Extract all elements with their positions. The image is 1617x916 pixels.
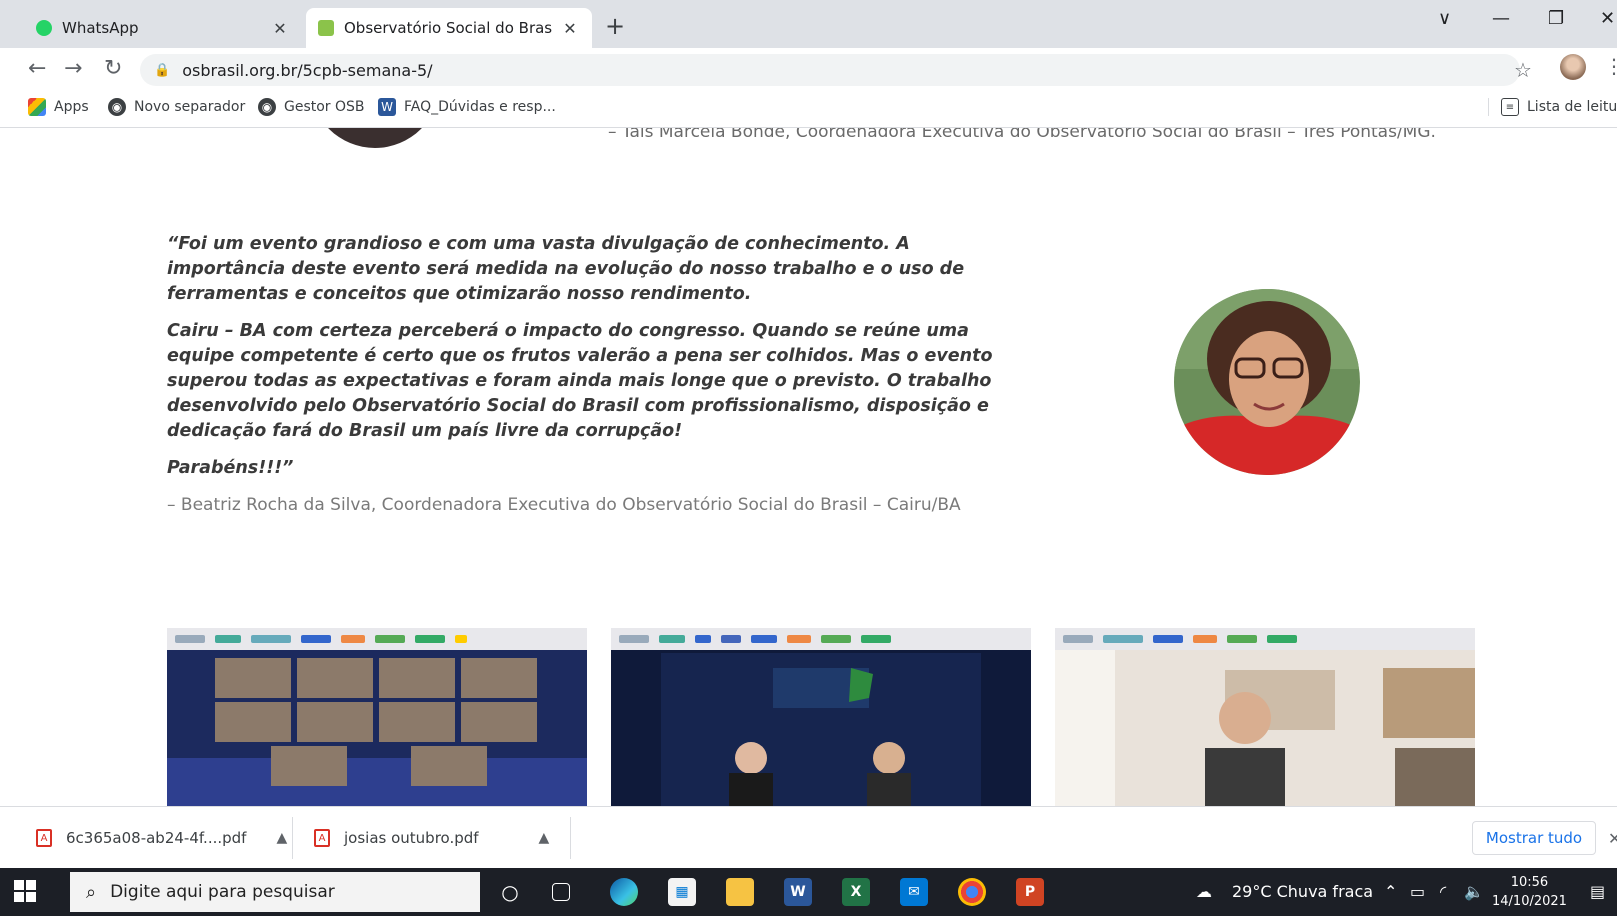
tab-search-icon[interactable]: ∨	[1438, 8, 1451, 29]
bookmark-label: FAQ_Dúvidas e resp...	[404, 99, 556, 115]
bookmark-apps[interactable]: Apps	[28, 98, 89, 116]
tab-title: Observatório Social do Brasil » U	[344, 19, 552, 37]
clock[interactable]: 10:56 14/10/2021	[1492, 873, 1567, 911]
pdf-icon: A	[36, 829, 52, 847]
page-content: – Taís Marcela Bonde, Coordenadora Execu…	[0, 128, 1617, 806]
store-icon[interactable]: ▦	[668, 878, 696, 906]
back-arrow-icon[interactable]: ←	[28, 56, 46, 81]
chrome-icon[interactable]	[958, 878, 986, 906]
powerpoint-icon[interactable]: P	[1016, 878, 1044, 906]
word-doc-icon: W	[378, 98, 396, 116]
tab-whatsapp[interactable]: WhatsApp ✕	[24, 8, 302, 48]
reading-list[interactable]: ≡ Lista de leitura	[1488, 98, 1617, 116]
testimonial-paragraph: Cairu – BA com certeza perceberá o impac…	[167, 321, 993, 441]
forward-arrow-icon[interactable]: →	[64, 56, 82, 81]
new-tab-button[interactable]: +	[605, 12, 625, 40]
address-bar[interactable]: 🔒 osbrasil.org.br/5cpb-semana-5/	[140, 54, 1520, 86]
search-placeholder: Digite aqui para pesquisar	[110, 882, 335, 902]
chevron-up-icon[interactable]: ▲	[276, 830, 287, 846]
excel-icon[interactable]: X	[842, 878, 870, 906]
wifi-icon[interactable]: ◜	[1440, 882, 1446, 901]
previous-testimonial-author: – Taís Marcela Bonde, Coordenadora Execu…	[608, 128, 1436, 142]
event-photos	[167, 628, 1477, 806]
show-all-downloads-button[interactable]: Mostrar tudo	[1472, 821, 1596, 855]
weather-icon[interactable]: ☁	[1196, 882, 1212, 901]
bookmark-star-icon[interactable]: ☆	[1514, 58, 1532, 82]
bookmark-label: Gestor OSB	[284, 99, 365, 115]
url-text: osbrasil.org.br/5cpb-semana-5/	[182, 60, 433, 80]
divider	[570, 817, 571, 859]
word-icon[interactable]: W	[784, 878, 812, 906]
testimonial-paragraph: “Foi um evento grandioso e com uma vasta…	[167, 234, 965, 304]
lock-icon: 🔒	[154, 62, 171, 78]
windows-start-icon[interactable]	[14, 880, 36, 902]
whatsapp-icon	[36, 20, 52, 36]
tab-strip: WhatsApp ✕ Observatório Social do Brasil…	[0, 0, 1617, 48]
download-filename: josias outubro.pdf	[344, 829, 479, 847]
osb-favicon-icon	[318, 20, 334, 36]
cortana-icon[interactable]: ○	[496, 878, 524, 906]
task-view-icon[interactable]	[552, 883, 570, 901]
bookmark-gestor-osb[interactable]: ◉ Gestor OSB	[258, 98, 365, 116]
file-explorer-icon[interactable]	[726, 878, 754, 906]
mail-icon[interactable]: ✉	[900, 878, 928, 906]
sponsor-strip	[167, 628, 587, 650]
close-window-button[interactable]: ✕	[1600, 8, 1615, 29]
restore-button[interactable]: ❐	[1548, 8, 1564, 29]
event-photo[interactable]	[1055, 628, 1475, 806]
profile-avatar[interactable]	[1560, 54, 1586, 80]
close-tab-icon[interactable]: ✕	[270, 19, 290, 38]
taskbar-search[interactable]: ⌕ Digite aqui para pesquisar	[70, 872, 480, 912]
windows-taskbar: ⌕ Digite aqui para pesquisar ○ ▦ W X ✉ P…	[0, 868, 1617, 916]
browser-toolbar: ← → ↻ 🔒 osbrasil.org.br/5cpb-semana-5/ ☆	[0, 48, 1617, 90]
volume-icon[interactable]: 🔈	[1464, 882, 1484, 901]
clock-date: 14/10/2021	[1492, 894, 1567, 909]
battery-icon[interactable]: ▭	[1410, 882, 1425, 901]
globe-icon: ◉	[108, 98, 126, 116]
tray-chevron-icon[interactable]: ⌃	[1384, 882, 1397, 901]
reading-list-icon: ≡	[1501, 98, 1519, 116]
testimonial-author: – Beatriz Rocha da Silva, Coordenadora E…	[167, 495, 961, 515]
chevron-up-icon[interactable]: ▲	[539, 830, 550, 846]
testimonial: “Foi um evento grandioso e com uma vasta…	[167, 232, 1027, 530]
downloads-bar: A 6c365a08-ab24-4f....pdf ▲ A josias out…	[0, 806, 1617, 868]
reading-list-label: Lista de leitura	[1527, 99, 1617, 115]
clock-time: 10:56	[1510, 875, 1549, 890]
search-icon: ⌕	[86, 881, 97, 903]
tab-title: WhatsApp	[62, 19, 139, 37]
download-item[interactable]: A 6c365a08-ab24-4f....pdf ▲	[36, 821, 287, 855]
testimonial-paragraph: Parabéns!!!”	[167, 458, 294, 478]
globe-icon: ◉	[258, 98, 276, 116]
notifications-icon[interactable]: ▤	[1590, 882, 1605, 901]
bookmark-label: Novo separador	[134, 99, 246, 115]
apps-grid-icon	[28, 98, 46, 116]
tab-observatorio[interactable]: Observatório Social do Brasil » U ✕	[306, 8, 592, 48]
close-tab-icon[interactable]: ✕	[560, 19, 580, 38]
sponsor-strip	[1055, 628, 1475, 650]
previous-author-photo	[310, 128, 440, 148]
edge-icon[interactable]	[610, 878, 638, 906]
divider	[292, 817, 293, 859]
bookmark-label: Apps	[54, 99, 89, 115]
weather-text[interactable]: 29°C Chuva fraca	[1232, 882, 1373, 901]
minimize-button[interactable]: —	[1492, 8, 1510, 29]
bookmarks-bar: Apps ◉ Novo separador ◉ Gestor OSB W FAQ…	[0, 90, 1617, 128]
event-photo[interactable]	[611, 628, 1031, 806]
sponsor-strip	[611, 628, 1031, 650]
screen: WhatsApp ✕ Observatório Social do Brasil…	[0, 0, 1617, 916]
pdf-icon: A	[314, 829, 330, 847]
bookmark-novo-separador[interactable]: ◉ Novo separador	[108, 98, 245, 116]
bookmark-faq[interactable]: W FAQ_Dúvidas e resp...	[378, 98, 556, 116]
download-item[interactable]: A josias outubro.pdf ▲	[314, 821, 549, 855]
close-downloads-icon[interactable]: ✕	[1608, 829, 1617, 848]
reload-icon[interactable]: ↻	[104, 56, 122, 81]
download-filename: 6c365a08-ab24-4f....pdf	[66, 829, 247, 847]
event-photo[interactable]	[167, 628, 587, 806]
author-photo	[1174, 289, 1360, 475]
menu-dots-icon[interactable]: ⋮	[1604, 54, 1617, 78]
